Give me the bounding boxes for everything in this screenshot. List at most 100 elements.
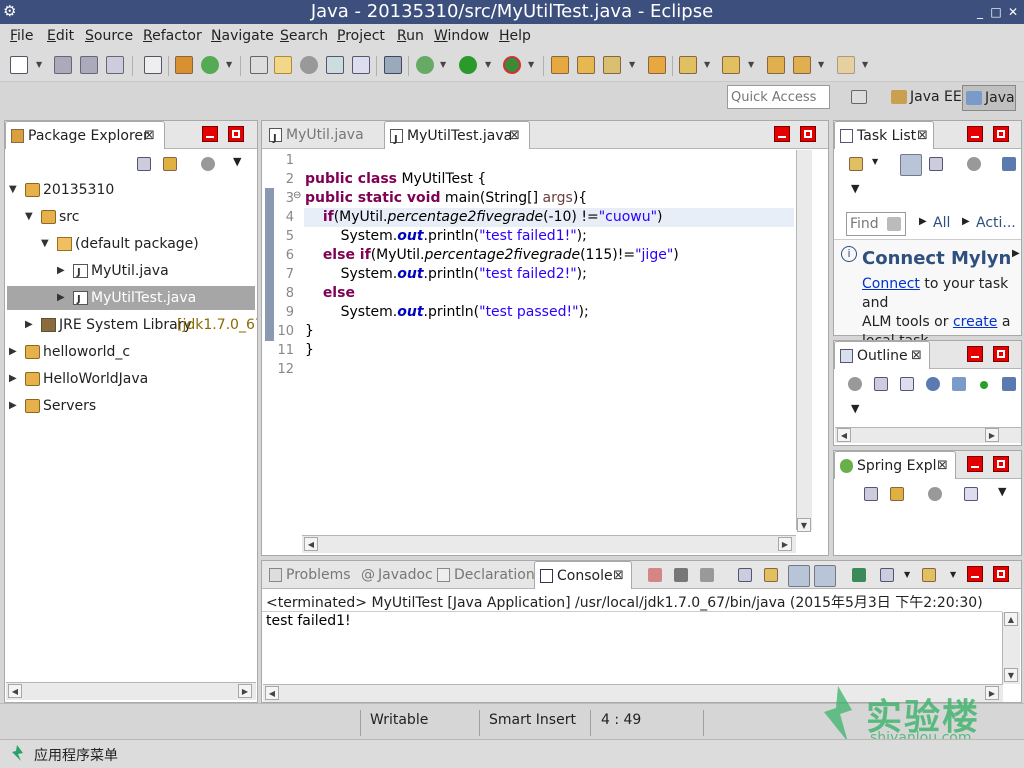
maximize-view-button[interactable] — [993, 566, 1009, 582]
code-line-10[interactable]: } — [305, 323, 314, 339]
run-dropdown-icon[interactable]: ▼ — [485, 60, 491, 69]
close-icon[interactable]: ⊠ — [144, 122, 155, 150]
last-edit-location-icon[interactable] — [767, 56, 785, 74]
clear-console-icon[interactable] — [738, 568, 752, 582]
scroll-up-arrow-icon[interactable]: ▲ — [1004, 612, 1018, 626]
tab-javadoc[interactable]: @ Javadoc — [356, 561, 433, 589]
focus-icon[interactable] — [201, 157, 215, 171]
connect-link[interactable]: Connect — [862, 276, 920, 292]
forward-arrow-icon[interactable] — [837, 56, 855, 74]
remove-launch-icon[interactable] — [674, 568, 688, 582]
close-icon[interactable]: ⊠ — [911, 342, 922, 370]
minimize-view-button[interactable] — [967, 346, 983, 362]
new-dropdown-icon[interactable]: ▼ — [36, 60, 42, 69]
fold-collapse-icon[interactable]: ⊖ — [293, 190, 301, 201]
collapsed-twisty-icon[interactable]: ▶ — [9, 340, 19, 364]
menu-run[interactable]: Run — [397, 28, 424, 44]
menu-source[interactable]: Source — [85, 28, 133, 44]
tree-item-src[interactable]: ▼ src — [5, 205, 257, 229]
outline-hscrollbar[interactable]: ◀ ▶ — [835, 427, 1021, 443]
eclipse-gear-icon[interactable]: ⚙ — [3, 3, 19, 19]
tree-item-helloworld-c[interactable]: ▶ helloworld_c — [5, 340, 257, 364]
terminate-icon[interactable] — [648, 568, 662, 582]
tree-item-helloworldjava[interactable]: ▶ HelloWorldJava — [5, 367, 257, 391]
show-whitespace-icon[interactable] — [326, 56, 344, 74]
scroll-right-arrow-icon[interactable]: ▶ — [238, 684, 252, 698]
tab-task-list[interactable]: Task List ⊠ — [834, 121, 934, 149]
new-server-icon[interactable] — [175, 56, 193, 74]
refresh-dropdown-icon[interactable]: ▼ — [226, 60, 232, 69]
menu-search[interactable]: Search — [280, 28, 328, 44]
open-console-icon[interactable] — [922, 568, 936, 582]
tree-item-myutiltest-java[interactable]: ▶ MyUtilTest.java — [7, 286, 255, 312]
open-console-dropdown-icon[interactable]: ▼ — [950, 570, 956, 579]
code-line-8[interactable]: else — [305, 285, 355, 301]
hide-fields-icon[interactable] — [926, 377, 940, 391]
open-type-icon[interactable] — [577, 56, 595, 74]
app-menu-icon[interactable] — [10, 745, 24, 761]
view-menu-icon[interactable]: ▼ — [851, 182, 859, 195]
app-menu-label[interactable]: 应用程序菜单 — [34, 745, 118, 765]
menu-navigate[interactable]: Navigate — [211, 28, 274, 44]
filter-active-link[interactable]: Acti... — [976, 215, 1016, 231]
maximize-view-button[interactable] — [993, 456, 1009, 472]
maximize-view-button[interactable] — [993, 126, 1009, 142]
run-external-tools-icon[interactable] — [503, 56, 521, 74]
find-clear-icon[interactable] — [887, 217, 901, 231]
mark-occurrences-toggle-icon[interactable] — [274, 56, 292, 74]
link-with-editor-icon[interactable] — [163, 157, 177, 171]
save-all-icon[interactable] — [80, 56, 98, 74]
block-selection-icon[interactable] — [300, 56, 318, 74]
synchronize-icon[interactable] — [1002, 157, 1016, 171]
minimize-editor-button[interactable] — [774, 126, 790, 142]
close-icon[interactable]: ⊠ — [509, 122, 520, 150]
collapse-all-icon[interactable] — [874, 377, 888, 391]
section-arrow-icon[interactable]: ▶ — [1012, 248, 1020, 259]
maximize-view-button[interactable] — [993, 346, 1009, 362]
scroll-right-arrow-icon[interactable]: ▶ — [985, 686, 999, 700]
search-hierarchy-icon[interactable] — [250, 56, 268, 74]
scroll-left-arrow-icon[interactable]: ◀ — [8, 684, 22, 698]
minimize-view-button[interactable] — [967, 566, 983, 582]
maximize-editor-button[interactable] — [800, 126, 816, 142]
view-menu-icon[interactable]: ▼ — [851, 402, 859, 415]
tab-myutiltest-java[interactable]: MyUtilTest.java ⊠ — [384, 121, 530, 154]
show-on-stdout-icon[interactable] — [788, 565, 810, 587]
sort-icon[interactable] — [900, 377, 914, 391]
tab-outline[interactable]: Outline ⊠ — [834, 341, 930, 369]
debug-dropdown-icon[interactable]: ▼ — [440, 60, 446, 69]
expanded-twisty-icon[interactable]: ▼ — [25, 205, 35, 229]
tab-problems[interactable]: Problems — [264, 561, 356, 589]
scroll-left-arrow-icon[interactable]: ◀ — [304, 537, 318, 551]
tab-declaration[interactable]: Declaration — [432, 561, 536, 589]
view-menu-icon[interactable]: ▼ — [233, 155, 241, 168]
categorized-icon[interactable] — [900, 154, 922, 176]
scroll-left-arrow-icon[interactable]: ◀ — [265, 686, 279, 700]
hide-local-types-icon[interactable] — [1002, 377, 1016, 391]
link-with-editor-icon[interactable] — [890, 487, 904, 501]
code-line-5[interactable]: System.out.println("test failed1!"); — [305, 228, 587, 244]
next-annotation-dropdown-icon[interactable]: ▼ — [704, 60, 710, 69]
editor-hscrollbar[interactable]: ◀ ▶ — [302, 535, 796, 553]
focus-icon[interactable] — [928, 487, 942, 501]
create-link[interactable]: create — [953, 314, 997, 330]
maximize-view-button[interactable] — [228, 126, 244, 142]
console-vscrollbar[interactable]: ▲ ▼ — [1002, 612, 1020, 684]
tree-item-servers[interactable]: ▶ Servers — [5, 394, 257, 418]
filter-all-link[interactable]: All — [933, 215, 950, 231]
debug-icon[interactable] — [416, 56, 434, 74]
new-task-icon[interactable] — [849, 157, 863, 171]
maximize-window-button[interactable]: □ — [988, 4, 1004, 20]
refresh-icon[interactable] — [201, 56, 219, 74]
remove-all-terminated-icon[interactable] — [700, 568, 714, 582]
collapsed-twisty-icon[interactable]: ▶ — [25, 313, 35, 337]
back-dropdown-icon[interactable]: ▼ — [818, 60, 824, 69]
menu-project[interactable]: Project — [337, 28, 385, 44]
code-line-9[interactable]: System.out.println("test passed!"); — [305, 304, 589, 320]
task-find-input[interactable]: Find — [846, 212, 906, 236]
tree-item-20135310[interactable]: ▼ 20135310 — [5, 178, 257, 202]
collapsed-twisty-icon[interactable]: ▶ — [57, 286, 67, 310]
scroll-lock-icon[interactable] — [764, 568, 778, 582]
tree-item-myutil-java[interactable]: ▶ MyUtil.java — [5, 259, 257, 285]
code-line-6[interactable]: else if(MyUtil.percentage2fivegrade(115)… — [305, 247, 679, 263]
